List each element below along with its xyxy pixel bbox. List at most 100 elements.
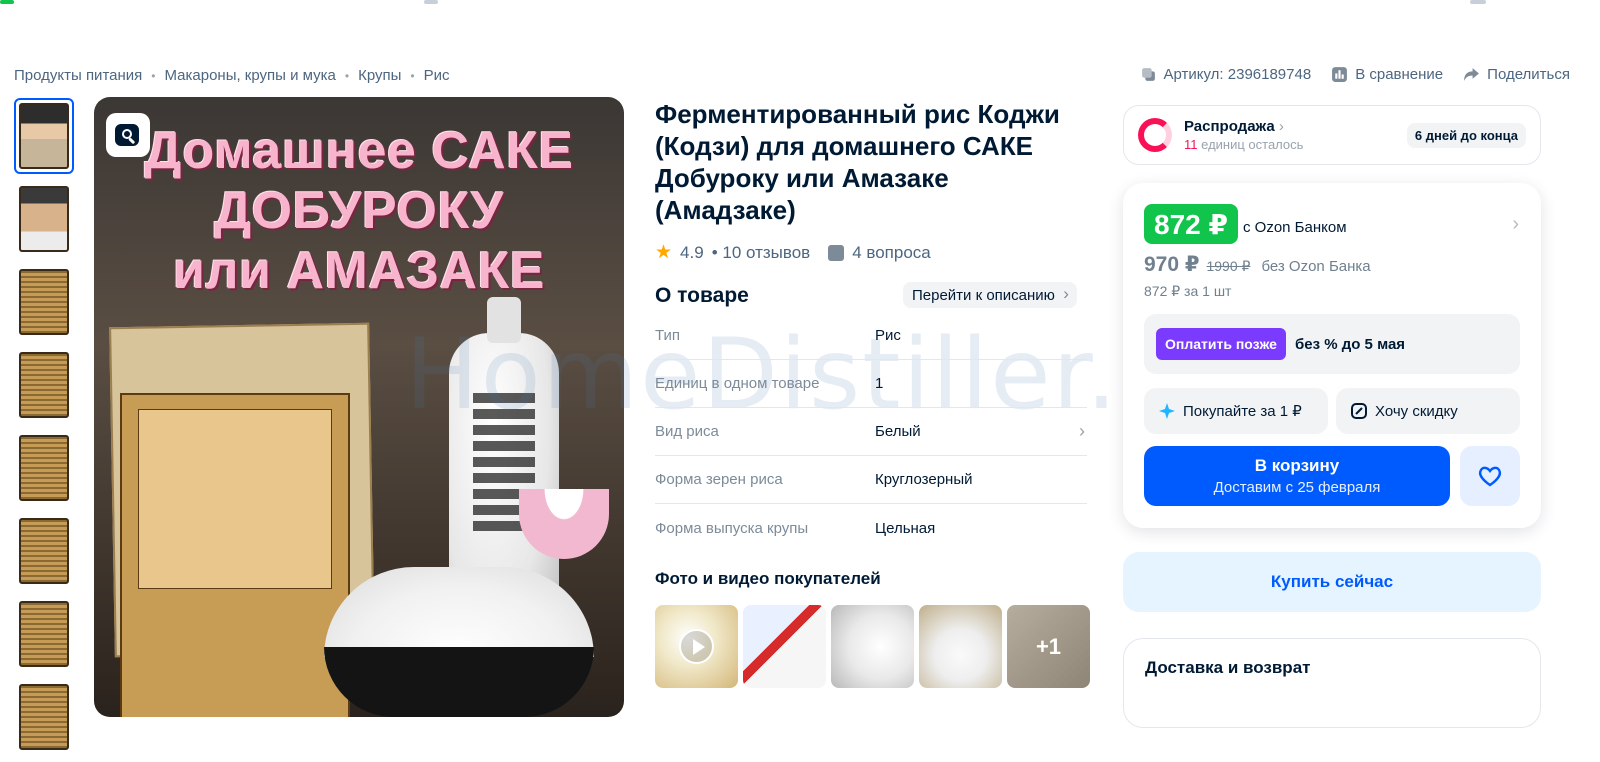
spec-row: Единиц в одном товаре 1 [655, 360, 1087, 408]
rating-summary[interactable]: ★ 4.9 • 10 отзывов 4 вопроса [655, 241, 931, 264]
spec-key: Вид риса [655, 423, 719, 440]
want-discount-button[interactable]: Хочу скидку [1336, 388, 1520, 434]
discount-icon [1351, 403, 1367, 419]
main-product-image[interactable]: Домашнее САКЕ ДОБУРОКУ или АМАЗАКЕ [94, 97, 624, 717]
product-actions: Артикул: 2396189748 В сравнение Поделить… [1140, 66, 1570, 83]
star-icon: ★ [655, 242, 673, 263]
spec-row: Форма зерен риса Круглозерный [655, 456, 1087, 504]
spec-row[interactable]: Вид риса Белый › [655, 408, 1087, 456]
regular-price: 970 ₽ [1144, 253, 1200, 276]
sale-units-text: единиц осталось [1201, 137, 1304, 152]
goto-description-button[interactable]: Перейти к описанию [903, 282, 1077, 308]
promo-buttons: Покупайте за 1 ₽ Хочу скидку [1144, 388, 1520, 434]
gallery-thumbnail[interactable] [14, 347, 74, 423]
sale-units-count: 11 [1184, 137, 1198, 152]
spec-row: Форма выпуска крупы Цельная [655, 504, 1087, 552]
rice-bowl-image [324, 567, 594, 717]
pay-later-text: без % до 5 мая [1294, 335, 1406, 353]
breadcrumb-item[interactable]: Крупы [358, 67, 401, 84]
compare-label: В сравнение [1355, 66, 1444, 83]
old-price: 1990 ₽ [1206, 258, 1251, 274]
gallery-thumbnail[interactable] [14, 430, 74, 506]
delivery-date-label: Доставим с 25 февраля [1213, 479, 1381, 496]
rating-value: 4.9 [680, 242, 704, 262]
package-image [120, 393, 350, 717]
customer-photo-thumbnail[interactable] [919, 605, 1002, 688]
spec-row: Тип Рис [655, 312, 1087, 360]
more-media-button[interactable]: +1 [1007, 605, 1090, 688]
customer-media-list: +1 [655, 605, 1090, 688]
delivery-heading: Доставка и возврат [1145, 658, 1311, 677]
delivery-section: Доставка и возврат [1123, 638, 1541, 728]
breadcrumb: Продукты питания • Макароны, крупы и мук… [14, 67, 450, 84]
favorite-button[interactable] [1460, 446, 1520, 506]
breadcrumb-item[interactable]: Рис [424, 67, 450, 84]
customer-photo-thumbnail[interactable] [831, 605, 914, 688]
add-to-cart-button[interactable]: В корзину Доставим с 25 февраля [1144, 446, 1450, 506]
gallery-thumbnail[interactable] [14, 679, 74, 755]
about-heading: О товаре [655, 284, 749, 307]
spec-key: Форма выпуска крупы [655, 519, 809, 537]
sale-timer-icon [1138, 118, 1172, 152]
spec-value: Белый [875, 423, 921, 440]
gallery-thumbnail[interactable] [14, 513, 74, 589]
chevron-right-icon[interactable]: › [1512, 213, 1519, 236]
buy-now-button[interactable]: Купить сейчас [1123, 552, 1541, 612]
pay-later-button[interactable]: Оплатить позже [1156, 328, 1286, 360]
want-discount-label: Хочу скидку [1375, 402, 1458, 420]
image-title-text: Домашнее САКЕ ДОБУРОКУ или АМАЗАКЕ [144, 122, 574, 300]
sale-banner[interactable]: Распродажа › 11 единиц осталось 6 дней д… [1123, 105, 1541, 165]
sale-days-badge: 6 дней до конца [1406, 122, 1526, 148]
spec-key: Тип [655, 327, 681, 344]
spec-value: Круглозерный [875, 471, 973, 488]
article-label: Артикул: 2396189748 [1163, 66, 1312, 83]
spec-value: 1 [875, 375, 884, 392]
spec-list: Тип Рис Единиц в одном товаре 1 Вид риса… [655, 312, 1087, 552]
customer-media-heading: Фото и видео покупателей [655, 569, 881, 588]
customer-video-thumbnail[interactable] [655, 605, 738, 688]
question-icon [828, 244, 845, 261]
sparkle-icon [1159, 403, 1175, 419]
play-icon [679, 629, 714, 664]
add-to-cart-label: В корзину [1254, 456, 1340, 475]
regular-price-row: 970 ₽ 1990 ₽ без Ozon Банка [1144, 252, 1371, 277]
gallery-thumbnails [14, 98, 74, 762]
spec-value: Рис [875, 327, 901, 344]
ozon-bank-label: с Ozon Банком [1243, 219, 1347, 236]
breadcrumb-separator: • [344, 68, 350, 83]
spec-value: Цельная [875, 519, 936, 537]
no-bank-label: без Ozon Банка [1261, 258, 1371, 275]
questions-link[interactable]: 4 вопроса [852, 243, 931, 263]
heart-icon [1478, 466, 1502, 487]
article-copy[interactable]: Артикул: 2396189748 [1140, 66, 1312, 83]
breadcrumb-separator: • [151, 68, 156, 83]
chevron-right-icon: › [1079, 421, 1085, 441]
breadcrumb-item[interactable]: Макароны, крупы и мука [164, 67, 335, 84]
image-search-button[interactable] [106, 113, 150, 157]
share-label: Поделиться [1487, 66, 1570, 83]
pay-later-block[interactable]: Оплатить позже без % до 5 мая [1144, 314, 1520, 374]
copy-icon [1141, 68, 1155, 81]
reviews-link[interactable]: • 10 отзывов [712, 243, 811, 263]
spec-key: Форма зерен риса [655, 471, 783, 488]
buy-for-1-button[interactable]: Покупайте за 1 ₽ [1144, 388, 1328, 434]
chevron-right-icon: › [1278, 118, 1284, 135]
share-icon [1464, 68, 1480, 81]
ozon-bank-price[interactable]: 872 ₽ [1144, 204, 1238, 244]
breadcrumb-separator: • [410, 68, 415, 83]
image-search-icon [115, 124, 139, 146]
price-card: 872 ₽ с Ozon Банком › 970 ₽ 1990 ₽ без O… [1123, 183, 1541, 528]
top-nav-strip [0, 0, 1600, 6]
breadcrumb-item[interactable]: Продукты питания [14, 67, 142, 84]
gallery-thumbnail[interactable] [14, 596, 74, 672]
sale-title: Распродажа [1184, 118, 1275, 135]
compare-button[interactable]: В сравнение [1331, 66, 1443, 83]
customer-photo-thumbnail[interactable] [743, 605, 826, 688]
gallery-thumbnail[interactable] [14, 264, 74, 340]
unit-price: 872 ₽ за 1 шт [1144, 283, 1232, 299]
gallery-thumbnail[interactable] [14, 98, 74, 174]
share-button[interactable]: Поделиться [1463, 66, 1570, 83]
gallery-thumbnail[interactable] [14, 181, 74, 257]
spec-key: Единиц в одном товаре [655, 375, 820, 392]
product-title: Ферментированный рис Коджи (Кодзи) для д… [655, 99, 1060, 225]
